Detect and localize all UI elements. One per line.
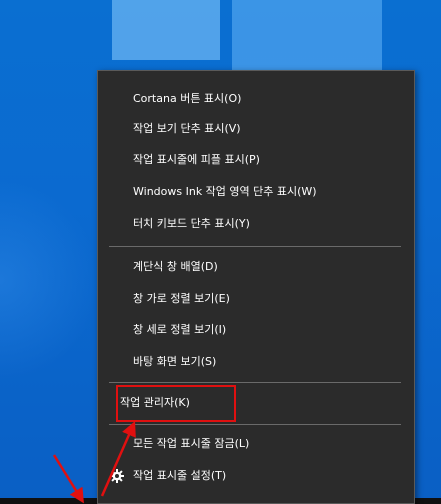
menu-item-label: 작업 보기 단추 표시(V) — [133, 122, 241, 135]
menu-item-show-windows-side-by-side[interactable]: 창 세로 정렬 보기(I) — [98, 314, 414, 346]
menu-item-show-windows-ink-button[interactable]: Windows Ink 작업 영역 단추 표시(W) — [98, 176, 414, 208]
menu-item-show-desktop[interactable]: 바탕 화면 보기(S) — [98, 346, 414, 378]
taskbar-context-menu: Cortana 버튼 표시(O) 작업 보기 단추 표시(V) 작업 표시줄에 … — [97, 70, 415, 504]
menu-item-show-task-view-button[interactable]: 작업 보기 단추 표시(V) — [98, 113, 414, 145]
windows-logo-pane — [232, 0, 382, 70]
menu-item-label: 작업 관리자(K) — [120, 396, 190, 409]
menu-separator — [109, 246, 401, 247]
menu-item-cascade-windows[interactable]: 계단식 창 배열(D) — [98, 251, 414, 283]
menu-separator — [109, 382, 401, 383]
menu-item-label: 작업 표시줄에 피플 표시(P) — [133, 153, 260, 166]
menu-item-label: Cortana 버튼 표시(O) — [133, 92, 242, 105]
menu-item-lock-all-taskbars[interactable]: 모든 작업 표시줄 잠금(L) — [98, 428, 414, 460]
menu-item-show-touch-keyboard-button[interactable]: 터치 키보드 단추 표시(Y) — [98, 208, 414, 240]
menu-item-taskbar-settings[interactable]: 작업 표시줄 설정(T) — [98, 460, 414, 492]
menu-item-show-cortana-button[interactable]: Cortana 버튼 표시(O) — [98, 83, 414, 115]
menu-item-show-people[interactable]: 작업 표시줄에 피플 표시(P) — [98, 144, 414, 176]
menu-separator — [109, 424, 401, 425]
menu-item-task-manager[interactable]: 작업 관리자(K) — [98, 387, 414, 419]
menu-item-label: Windows Ink 작업 영역 단추 표시(W) — [133, 185, 317, 198]
windows-logo-pane — [112, 0, 220, 60]
menu-item-label: 터치 키보드 단추 표시(Y) — [133, 217, 250, 230]
menu-item-show-windows-stacked[interactable]: 창 가로 정렬 보기(E) — [98, 283, 414, 315]
wallpaper-glow — [0, 180, 100, 380]
desktop: Cortana 버튼 표시(O) 작업 보기 단추 표시(V) 작업 표시줄에 … — [0, 0, 441, 504]
gear-icon — [110, 469, 124, 483]
menu-item-label: 창 가로 정렬 보기(E) — [133, 292, 230, 305]
menu-item-label: 모든 작업 표시줄 잠금(L) — [133, 437, 250, 450]
menu-item-label: 창 세로 정렬 보기(I) — [133, 323, 227, 336]
menu-item-label: 계단식 창 배열(D) — [133, 260, 218, 273]
annotation-arrow-to-taskbar — [52, 454, 84, 504]
menu-item-label: 바탕 화면 보기(S) — [133, 355, 217, 368]
menu-item-label: 작업 표시줄 설정(T) — [133, 469, 227, 482]
